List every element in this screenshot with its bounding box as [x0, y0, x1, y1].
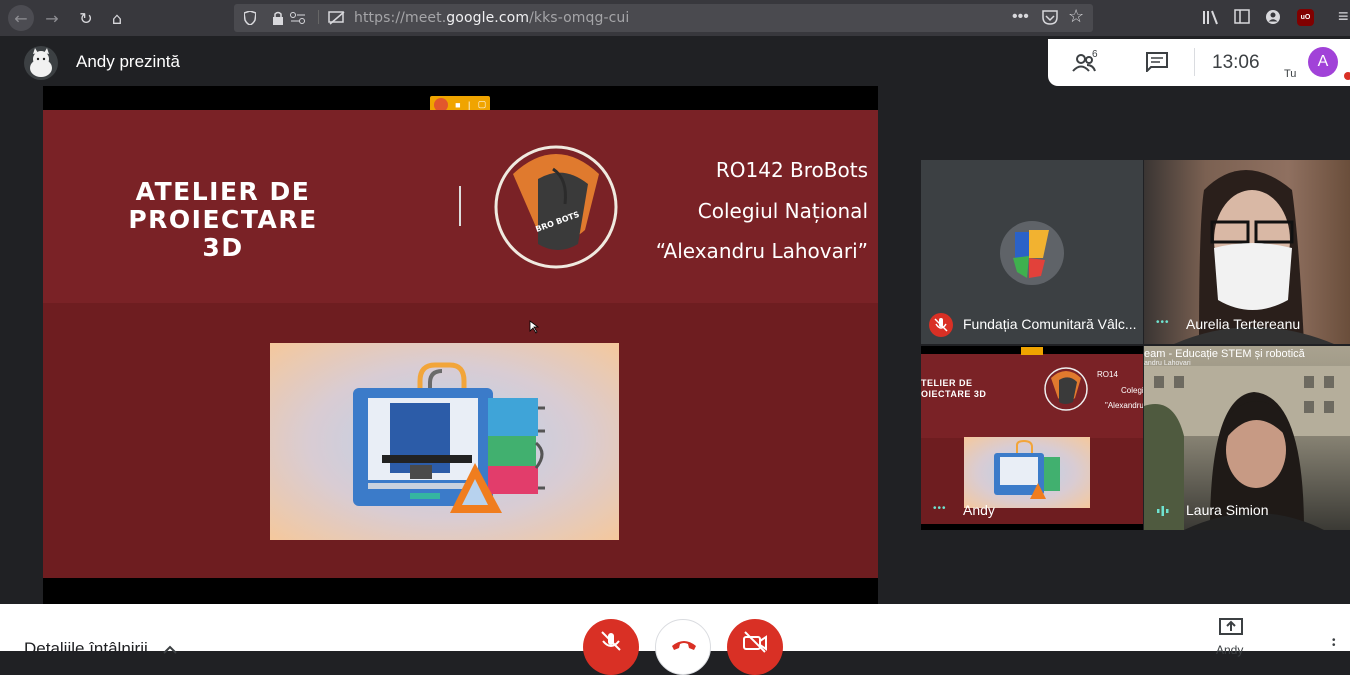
sharing-indicator	[1021, 347, 1043, 355]
participant-tile[interactable]: eam - Educație STEM și robotică andru La…	[1144, 346, 1350, 530]
participant-name: Andy	[963, 502, 995, 518]
mini-slide-school-name: "Alexandru	[1105, 401, 1143, 410]
participant-name: Laura Simion	[1186, 502, 1269, 518]
permissions-icon[interactable]	[290, 12, 306, 24]
mini-slide-school: Colegi	[1121, 386, 1143, 395]
participant-tile[interactable]: TELIER DE OIECTARE 3D RO14 Colegi "Alexan…	[921, 346, 1143, 530]
speaking-indicator: •••	[933, 503, 947, 514]
library-icon[interactable]	[1202, 9, 1220, 25]
lock-icon	[273, 11, 283, 25]
reload-icon[interactable]: ↻	[76, 8, 96, 28]
brobots-logo	[1044, 367, 1088, 411]
meeting-clock: 13:06	[1212, 52, 1260, 73]
end-call-icon	[672, 641, 696, 650]
account-icon[interactable]	[1265, 9, 1281, 25]
audio-level-icon	[1156, 504, 1170, 516]
screen-share-icon[interactable]	[328, 10, 346, 26]
user-avatar[interactable]: A	[1308, 47, 1338, 77]
3d-printer-illustration	[964, 437, 1090, 508]
mini-slide-team: RO14	[1097, 370, 1118, 379]
chat-icon[interactable]	[1146, 52, 1168, 72]
pocket-icon[interactable]	[1042, 10, 1058, 25]
more-options-icon[interactable]: • •	[1332, 636, 1336, 651]
mini-slide-title: TELIER DE OIECTARE 3D	[921, 378, 987, 399]
url-text[interactable]: https://meet.google.com/kks-omqg-cui	[354, 10, 629, 26]
present-label: Andy	[1216, 643, 1244, 657]
slide-school-name: “Alexandru Lahovari”	[655, 239, 868, 263]
mic-toggle-button[interactable]	[583, 619, 639, 675]
window-icon: ▢	[477, 99, 487, 109]
slide-team: RO142 BroBots	[715, 158, 868, 182]
avatar	[24, 46, 58, 80]
self-label: Tu	[1284, 68, 1297, 80]
url-bar[interactable]: https://meet.google.com/kks-omqg-cui •••…	[234, 4, 1093, 32]
participant-tile[interactable]: Fundația Comunitară Vâlc...	[921, 160, 1143, 344]
shield-icon	[244, 11, 256, 25]
divider	[318, 10, 328, 24]
muted-mic-icon	[929, 313, 953, 337]
camera-icon: ■	[455, 99, 461, 110]
browser-toolbar: ← → ↻ ⌂ https://meet.google.com/kks-omqg…	[0, 0, 1350, 36]
notification-dot	[1344, 72, 1350, 80]
home-icon[interactable]: ⌂	[107, 8, 127, 28]
participants-icon[interactable]: 6	[1072, 49, 1102, 73]
3d-printer-illustration	[270, 343, 619, 540]
participant-tile[interactable]: ••• Aurelia Tertereanu	[1144, 160, 1350, 344]
mic-icon: |	[467, 99, 471, 110]
cursor-icon	[529, 320, 540, 334]
mini-slide-banner: eam - Educație STEM și robotică	[1144, 348, 1305, 360]
ublock-icon[interactable]: uO	[1297, 9, 1314, 26]
more-icon[interactable]: •••	[1012, 8, 1029, 26]
slide-school: Colegiul Național	[697, 199, 868, 223]
camera-off-icon	[743, 631, 767, 653]
meeting-details-button[interactable]: Detaliile întâlnirii	[24, 639, 177, 659]
organization-logo	[1000, 221, 1064, 285]
mic-off-icon	[601, 631, 621, 651]
bookmark-star-icon[interactable]: ☆	[1068, 6, 1084, 27]
sidebar-icon[interactable]	[1234, 9, 1250, 25]
back-arrow-icon[interactable]: ←	[8, 5, 34, 31]
presentation-view: ■ | ▢ ATELIER DE PROIECTARE 3D BRO BOTS …	[43, 86, 878, 604]
camera-toggle-button[interactable]	[727, 619, 783, 675]
presenter-title: Andy prezintă	[76, 52, 180, 71]
forward-arrow-icon[interactable]: →	[42, 8, 62, 28]
brobots-logo: BRO BOTS	[494, 145, 618, 269]
participants-count: 6	[1092, 49, 1098, 60]
speaking-indicator: •••	[1156, 317, 1170, 328]
participant-name: Aurelia Tertereanu	[1186, 316, 1301, 332]
participant-name: Fundația Comunitară Vâlc...	[963, 316, 1137, 332]
slide-divider	[459, 186, 461, 226]
slide-title: ATELIER DE PROIECTARE 3D	[128, 177, 318, 262]
chevron-up-icon	[162, 645, 177, 654]
mini-slide-banner-sub: andru Lahovari	[1144, 360, 1191, 367]
end-call-button[interactable]	[655, 619, 711, 675]
hamburger-menu-icon[interactable]: ≡	[1338, 6, 1349, 27]
present-now-icon[interactable]	[1219, 617, 1243, 637]
divider	[1194, 48, 1195, 76]
